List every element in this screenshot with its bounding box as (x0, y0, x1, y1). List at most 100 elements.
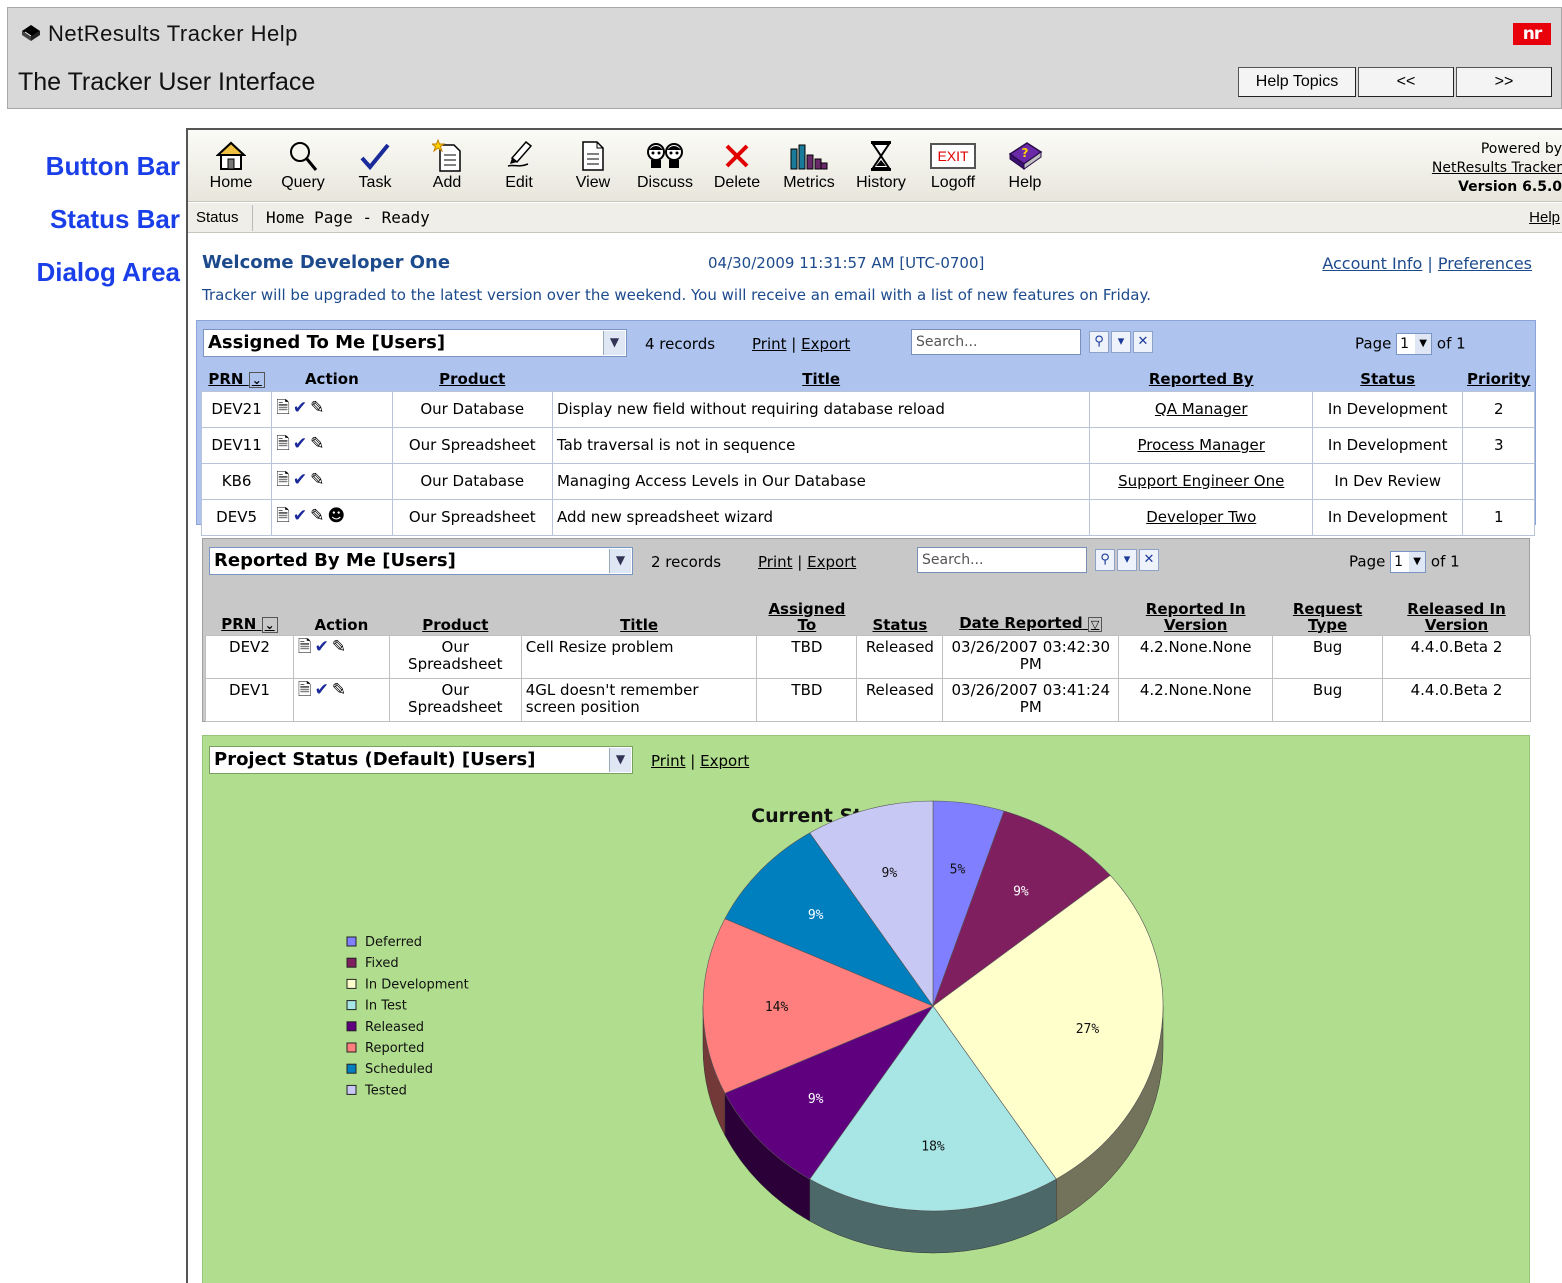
page-select[interactable]: 1 ▼ (1396, 333, 1433, 355)
account-info-link[interactable]: Account Info (1322, 254, 1422, 273)
reported-by-link[interactable]: QA Manager (1089, 390, 1314, 428)
history-button[interactable]: History (850, 136, 912, 192)
table-row[interactable]: DEV21 🗎 ✔ ✎ Our Database Display new field… (200, 390, 1535, 428)
edit-pencil-icon[interactable]: ✎ (332, 638, 346, 656)
reported-by-link[interactable]: Support Engineer One (1089, 462, 1314, 500)
logoff-button[interactable]: EXIT Logoff (922, 136, 984, 192)
delete-button[interactable]: Delete (706, 136, 768, 192)
column-header-title[interactable]: Title (552, 367, 1089, 391)
task-check-icon[interactable]: ✔ (293, 398, 307, 418)
table-row[interactable]: DEV1 🗎 ✔ ✎ Our Spreadsheet 4GL doesn't rem… (205, 677, 1531, 722)
view-document-icon[interactable]: 🗎 (276, 395, 290, 424)
task-check-icon[interactable]: ✔ (293, 470, 307, 490)
status-cell: In Development (1312, 426, 1464, 464)
reported-search-tools: ⚲ ▾ ✕ (1095, 549, 1159, 571)
query-button[interactable]: Query (272, 136, 334, 192)
clear-search-icon[interactable]: ✕ (1133, 331, 1153, 353)
task-check-icon[interactable]: ✔ (293, 434, 307, 454)
view-document-icon[interactable]: 🗎 (298, 638, 312, 656)
discuss-button[interactable]: Discuss (634, 136, 696, 192)
dropdown-arrow-icon[interactable]: ▾ (1111, 331, 1131, 353)
chevron-down-icon[interactable]: ▼ (609, 549, 631, 573)
reported-by-link[interactable]: Process Manager (1089, 426, 1314, 464)
column-header-status[interactable]: Status (1313, 367, 1463, 391)
column-header-request-type[interactable]: Request Type (1273, 595, 1383, 635)
edit-pencil-icon[interactable]: ✎ (310, 434, 324, 454)
column-header-product[interactable]: Product (389, 595, 521, 635)
view-document-icon[interactable]: 🗎 (276, 467, 290, 496)
status-pie-chart: Current Status Totals5%9%27%18%9%14%9%9%… (346, 800, 1164, 1254)
table-row[interactable]: DEV11 🗎 ✔ ✎ Our Spreadsheet Tab traversal … (200, 426, 1535, 464)
reported-by-link[interactable]: Developer Two (1089, 498, 1314, 536)
clear-search-icon[interactable]: ✕ (1139, 549, 1159, 571)
dropdown-arrow-icon[interactable]: ▾ (1117, 549, 1137, 571)
current-datetime: 04/30/2009 11:31:57 AM [UTC-0700] (708, 254, 985, 272)
view-document-icon[interactable]: 🗎 (276, 431, 290, 460)
assigned-export-link[interactable]: Export (801, 335, 850, 353)
reported-query-select[interactable]: Reported By Me [Users] ▼ (209, 547, 633, 575)
view-document-icon[interactable]: 🗎 (276, 503, 290, 532)
column-header-status[interactable]: Status (857, 595, 943, 635)
assigned-to-me-panel: Assigned To Me [Users] ▼ 4 records Print… (196, 320, 1536, 536)
edit-pencil-icon[interactable]: ✎ (310, 506, 324, 526)
edit-button[interactable]: Edit (488, 136, 550, 192)
column-header-released-in-version[interactable]: Released In Version (1383, 595, 1531, 635)
help-next-button[interactable]: >> (1456, 67, 1552, 97)
help-topic-title: The Tracker User Interface (18, 68, 316, 96)
task-check-icon[interactable]: ✔ (293, 506, 307, 526)
column-header-title[interactable]: Title (521, 595, 757, 635)
column-header-prn[interactable]: PRN ⌄ (206, 595, 294, 635)
prn-cell: DEV2 (205, 634, 294, 679)
status-help-link[interactable]: Help (1529, 209, 1560, 226)
task-button[interactable]: Task (344, 136, 406, 192)
home-button[interactable]: Home (200, 136, 262, 192)
pie-label-scheduled: 9% (808, 908, 824, 923)
metrics-button[interactable]: Metrics (778, 136, 840, 192)
hourglass-icon (871, 141, 891, 171)
page-select[interactable]: 1 ▼ (1390, 551, 1427, 573)
column-header-reported-by[interactable]: Reported By (1090, 367, 1313, 391)
column-header-product[interactable]: Product (392, 367, 552, 391)
help-topics-button[interactable]: Help Topics (1238, 67, 1356, 97)
view-document-icon[interactable]: 🗎 (298, 681, 312, 699)
status-cell: In Dev Review (1312, 462, 1464, 500)
view-button[interactable]: View (562, 136, 624, 192)
product-cell: Our Spreadsheet (388, 677, 522, 722)
title-cell: 4GL doesn't remember screen position (520, 677, 758, 722)
table-row[interactable]: DEV5 🗎 ✔ ✎ ☻ Our Spreadsheet Add new spread… (200, 498, 1535, 536)
search-icon[interactable]: ⚲ (1089, 331, 1109, 353)
reported-pager: Page 1 ▼ of 1 (1349, 551, 1460, 573)
add-button[interactable]: Add (416, 136, 478, 192)
legend-label: In Test (365, 999, 407, 1014)
column-header-assigned-to[interactable]: Assigned To (757, 595, 857, 635)
assigned-query-select[interactable]: Assigned To Me [Users] ▼ (203, 329, 627, 357)
assigned-print-link[interactable]: Print (752, 335, 787, 353)
product-link[interactable]: NetResults Tracker (1432, 159, 1562, 178)
assigned-search-input[interactable]: Search... (911, 329, 1081, 355)
column-header-priority[interactable]: Priority (1463, 367, 1535, 391)
product-cell: Our Spreadsheet (388, 634, 522, 679)
task-check-icon[interactable]: ✔ (315, 681, 329, 699)
task-check-icon[interactable]: ✔ (315, 638, 329, 656)
edit-pencil-icon[interactable]: ✎ (332, 681, 346, 699)
table-row[interactable]: KB6 🗎 ✔ ✎ Our Database Managing Access Lev… (200, 462, 1535, 500)
column-header-date-reported[interactable]: Date Reported ▽ (943, 595, 1119, 635)
column-header-prn[interactable]: PRN ⌄ (202, 367, 272, 391)
help-previous-button[interactable]: << (1358, 67, 1454, 97)
product-cell: Our Database (391, 462, 553, 500)
edit-pencil-icon[interactable]: ✎ (310, 398, 324, 418)
logoff-button-label: Logoff (930, 174, 976, 191)
reported-search-input[interactable]: Search... (917, 547, 1087, 573)
reported-print-link[interactable]: Print (758, 553, 793, 571)
link-separator: | (797, 553, 803, 571)
chevron-down-icon[interactable]: ▼ (603, 331, 625, 355)
table-row[interactable]: DEV2 🗎 ✔ ✎ Our Spreadsheet Cell Resize pro… (205, 634, 1531, 679)
search-icon[interactable]: ⚲ (1095, 549, 1115, 571)
column-header-reported-in-version[interactable]: Reported In Version (1119, 595, 1273, 635)
preferences-link[interactable]: Preferences (1438, 254, 1532, 273)
reported-export-link[interactable]: Export (807, 553, 856, 571)
legend-label: Released (365, 1020, 424, 1035)
edit-pencil-icon[interactable]: ✎ (310, 470, 324, 490)
help-button[interactable]: ? Help (994, 136, 1056, 192)
discuss-person-icon[interactable]: ☻ (327, 506, 345, 526)
